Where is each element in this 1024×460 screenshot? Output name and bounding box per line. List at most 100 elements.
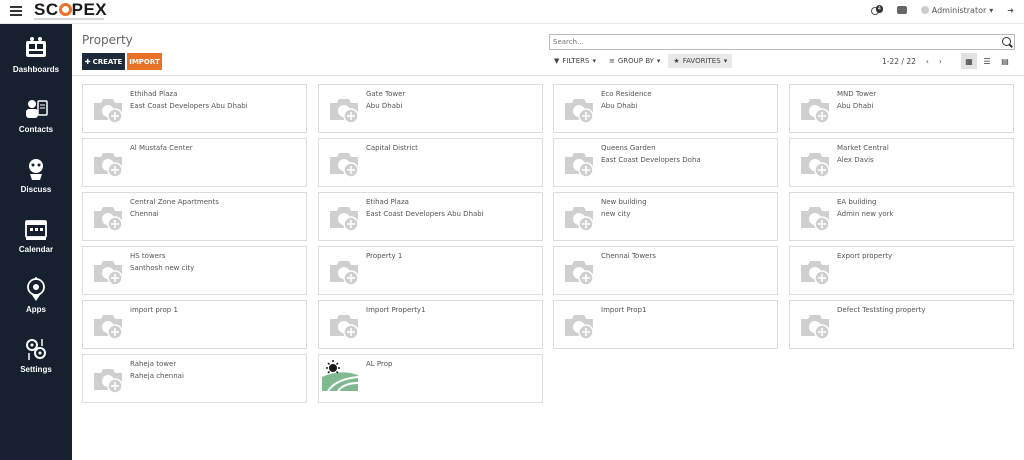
property-subtitle: new city: [601, 210, 631, 218]
property-card[interactable]: Property 1: [318, 246, 543, 295]
sidebar-item-contacts[interactable]: Contacts: [0, 96, 72, 152]
sidebar-item-dashboards[interactable]: Dashboards: [0, 36, 72, 92]
property-subtitle: East Coast Developers Doha: [601, 156, 701, 164]
property-subtitle: Alex Davis: [837, 156, 874, 164]
top-bar: SC PEX 4 Administrator ▾ ➜: [0, 0, 1024, 24]
camera-placeholder-icon: [91, 255, 127, 287]
property-name: AL Prop: [366, 360, 393, 368]
create-button[interactable]: ✚ CREATE: [82, 53, 125, 70]
camera-placeholder-icon: [562, 147, 598, 179]
grid-view-icon[interactable]: ▤: [997, 53, 1013, 69]
page-title: Property: [82, 33, 133, 47]
property-name: Market Central: [837, 144, 889, 152]
kanban-view-icon[interactable]: ▦: [961, 53, 977, 69]
property-name: MND Tower: [837, 90, 877, 98]
property-card[interactable]: Import Prop1: [553, 300, 778, 349]
camera-placeholder-icon: [798, 147, 834, 179]
logout-icon[interactable]: ➜: [1007, 6, 1014, 15]
property-name: Gate Tower: [366, 90, 406, 98]
sidebar-item-calendar[interactable]: Calendar: [0, 216, 72, 272]
property-card[interactable]: Export property: [789, 246, 1014, 295]
property-name: HS towers: [130, 252, 166, 260]
property-card[interactable]: AL Prop: [318, 354, 543, 403]
camera-placeholder-icon: [91, 309, 127, 341]
settings-icon: [23, 336, 49, 362]
property-name: Queens Garden: [601, 144, 656, 152]
logo-tagline: [34, 18, 104, 20]
import-button[interactable]: IMPORT: [127, 53, 162, 70]
property-card[interactable]: MND Tower Abu Dhabi: [789, 84, 1014, 133]
create-label: CREATE: [92, 57, 123, 66]
property-name: Raheja tower: [130, 360, 177, 368]
property-name: EA building: [837, 198, 877, 206]
property-card[interactable]: Central Zone Apartments Chennai: [82, 192, 307, 241]
group-by-button[interactable]: ≡ GROUP BY ▾: [604, 54, 665, 68]
property-card[interactable]: Market Central Alex Davis: [789, 138, 1014, 187]
sidebar: Dashboards Contacts Discuss Calendar App…: [0, 24, 72, 460]
favorites-label: FAVORITES: [682, 57, 721, 65]
property-card[interactable]: New building new city: [553, 192, 778, 241]
sidebar-item-discuss[interactable]: Discuss: [0, 156, 72, 212]
camera-placeholder-icon: [91, 93, 127, 125]
caret-down-icon: ▾: [723, 57, 728, 65]
view-switcher: ▦ ☰ ▤: [961, 53, 1013, 69]
camera-placeholder-icon: [327, 93, 363, 125]
calendar-icon: [23, 216, 49, 242]
property-card[interactable]: Defect Teststing property: [789, 300, 1014, 349]
user-avatar-icon: [920, 6, 929, 14]
camera-placeholder-icon: [327, 147, 363, 179]
property-card[interactable]: HS towers Santhosh new city: [82, 246, 307, 295]
property-card[interactable]: Ethihad Plaza East Coast Developers Abu D…: [82, 84, 307, 133]
group-by-label: GROUP BY: [617, 57, 654, 65]
notification-badge: 4: [875, 5, 883, 13]
user-menu[interactable]: Administrator ▾: [920, 6, 993, 15]
property-card[interactable]: Raheja tower Raheja chennai: [82, 354, 307, 403]
list-view-icon[interactable]: ☰: [979, 53, 995, 69]
camera-placeholder-icon: [327, 201, 363, 233]
camera-placeholder-icon: [798, 201, 834, 233]
property-name: Defect Teststing property: [837, 306, 926, 314]
camera-placeholder-icon: [798, 93, 834, 125]
camera-placeholder-icon: [327, 255, 363, 287]
property-card[interactable]: import prop 1: [82, 300, 307, 349]
property-card[interactable]: Queens Garden East Coast Developers Doha: [553, 138, 778, 187]
property-name: Export property: [837, 252, 893, 260]
property-name: Al Mustafa Center: [130, 144, 193, 152]
property-subtitle: Admin new york: [837, 210, 894, 218]
search-icon[interactable]: [1002, 37, 1011, 46]
property-card[interactable]: Gate Tower Abu Dhabi: [318, 84, 543, 133]
property-name: New building: [601, 198, 647, 206]
filters-button[interactable]: ▼ FILTERS ▾: [549, 54, 601, 68]
property-name: Property 1: [366, 252, 403, 260]
menu-toggle-icon[interactable]: [10, 6, 22, 16]
property-card[interactable]: Chennai Towers: [553, 246, 778, 295]
pager-value[interactable]: 1-22 / 22: [882, 57, 916, 66]
property-card[interactable]: Al Mustafa Center: [82, 138, 307, 187]
search-input[interactable]: [550, 38, 990, 46]
farm-logo-image: [322, 359, 359, 392]
caret-down-icon: ▾: [656, 57, 661, 65]
activity-icon[interactable]: 4: [870, 4, 883, 16]
sidebar-item-apps[interactable]: Apps: [0, 276, 72, 332]
contacts-icon: [23, 96, 49, 122]
property-card[interactable]: Capital District: [318, 138, 543, 187]
filters-label: FILTERS: [562, 57, 590, 65]
property-card[interactable]: Import Property1: [318, 300, 543, 349]
property-name: Eco Residence: [601, 90, 652, 98]
sidebar-item-settings[interactable]: Settings: [0, 336, 72, 392]
property-name: Ethihad Plaza: [130, 90, 178, 98]
property-subtitle: East Coast Developers Abu Dhabi: [366, 210, 484, 218]
property-card[interactable]: EA building Admin new york: [789, 192, 1014, 241]
discuss-icon[interactable]: [896, 6, 907, 14]
dashboard-icon: [23, 36, 49, 62]
property-subtitle: Santhosh new city: [130, 264, 195, 272]
property-name: Central Zone Apartments: [130, 198, 219, 206]
favorites-button[interactable]: ★ FAVORITES ▾: [668, 54, 733, 68]
pager-previous-icon[interactable]: ‹: [926, 57, 929, 66]
property-subtitle: Abu Dhabi: [601, 102, 638, 110]
property-card[interactable]: Eco Residence Abu Dhabi: [553, 84, 778, 133]
pager-next-icon[interactable]: ›: [939, 57, 942, 66]
property-card[interactable]: Etihad Plaza East Coast Developers Abu Dh…: [318, 192, 543, 241]
app-logo[interactable]: SC PEX: [34, 1, 107, 19]
property-subtitle: Chennai: [130, 210, 159, 218]
